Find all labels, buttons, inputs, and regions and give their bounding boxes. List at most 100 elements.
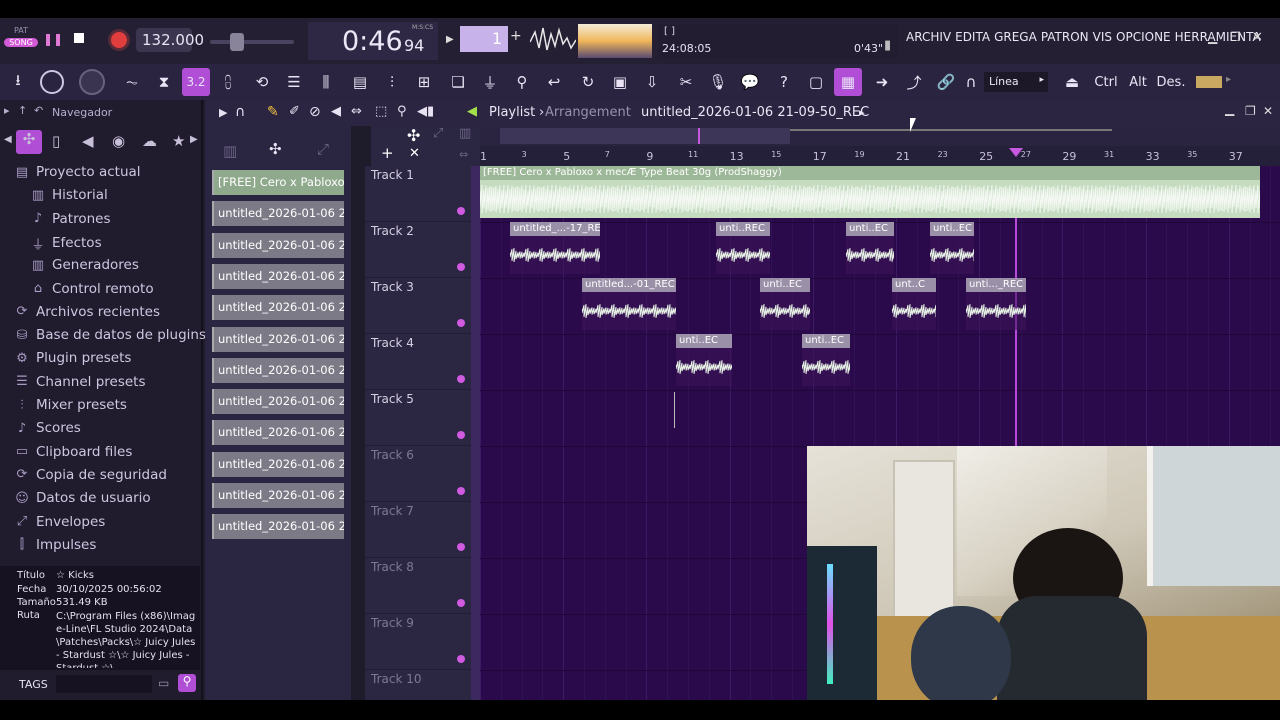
track-expand-icon[interactable]: ⇔ bbox=[459, 148, 468, 161]
filter-right-arrow-icon[interactable]: ▶ bbox=[190, 134, 198, 145]
pattern-item[interactable]: untitled_2026-01-06 21-... bbox=[212, 389, 344, 415]
audio-clip[interactable]: unti..EC bbox=[759, 278, 811, 330]
menu-opcione[interactable]: OPCIONE bbox=[1116, 30, 1171, 52]
audio-clip[interactable]: unti..EC bbox=[929, 222, 975, 274]
pattern-item[interactable]: untitled_2026-01-06 21-... bbox=[212, 483, 344, 508]
color-swatch[interactable] bbox=[1196, 76, 1222, 88]
track-mute-dot[interactable] bbox=[457, 487, 465, 495]
browser-item[interactable]: ♪ Scores bbox=[14, 420, 81, 436]
folder-icon[interactable]: ▭ bbox=[158, 676, 169, 690]
close-button[interactable]: ✕ bbox=[1252, 30, 1268, 48]
delete-tool-icon[interactable]: ⊘ bbox=[309, 104, 321, 120]
blend-notes-icon[interactable]: ⩉ bbox=[214, 68, 242, 96]
track-header[interactable]: Track 8 bbox=[365, 558, 471, 614]
filter-cloud-icon[interactable]: ☁ bbox=[142, 132, 157, 150]
filter-star-icon[interactable]: ★ bbox=[172, 132, 185, 150]
track-header[interactable]: Track 1 bbox=[365, 166, 471, 222]
browser-item[interactable]: ⚙ Plugin presets bbox=[14, 350, 131, 366]
beat-audio-clip[interactable]: [FREE] Cero x Pabloxo x mecÆ Type Beat 3… bbox=[480, 166, 1261, 218]
track-pattern-icon[interactable]: ✣ bbox=[407, 126, 420, 145]
browser-item[interactable]: ▥ Generadores bbox=[30, 257, 139, 273]
audio-clip[interactable]: unt..C bbox=[891, 278, 937, 330]
pattern-item[interactable]: untitled_2026-01-06 20-... bbox=[212, 295, 344, 321]
track-mute-dot[interactable] bbox=[457, 431, 465, 439]
browser-icon[interactable]: ❏ bbox=[444, 68, 472, 96]
browser-item[interactable]: ⫶ Mixer presets bbox=[14, 397, 127, 413]
knob-icon[interactable] bbox=[38, 68, 66, 96]
pattern-prev-arrow[interactable]: ▶ bbox=[446, 30, 458, 50]
picker-piano-icon[interactable]: ▥ bbox=[223, 142, 237, 160]
menu-edita[interactable]: EDITA bbox=[955, 30, 990, 52]
browser-item[interactable]: ☰ Channel presets bbox=[14, 374, 145, 390]
browser-item[interactable]: ⏚ Efectos bbox=[30, 234, 101, 253]
add-pattern-button[interactable]: + bbox=[510, 28, 524, 50]
window-icon[interactable]: ▢ bbox=[802, 68, 830, 96]
master-volume-slider[interactable] bbox=[210, 33, 294, 51]
undo-icon[interactable]: ↩ bbox=[540, 68, 568, 96]
project-icon[interactable]: ⚲ bbox=[508, 68, 536, 96]
menu-vis[interactable]: VIS bbox=[1093, 30, 1112, 52]
browser-item[interactable]: ⫿ Impulses bbox=[14, 537, 96, 553]
track-remove-icon[interactable]: ✕ bbox=[409, 146, 420, 161]
wait-record-icon[interactable]: ⧗ bbox=[150, 68, 178, 96]
track-mute-dot[interactable] bbox=[457, 655, 465, 663]
microphone-icon[interactable]: 🎙 bbox=[704, 68, 732, 96]
save-icon[interactable]: ▣ bbox=[606, 68, 634, 96]
project-arrow-icon[interactable]: ▸ bbox=[859, 106, 865, 119]
track-mute-dot[interactable] bbox=[457, 543, 465, 551]
zoom-tool-icon[interactable]: ⚲ bbox=[397, 104, 407, 119]
track-header[interactable]: Track 4 bbox=[365, 334, 471, 390]
pattern-item[interactable]: untitled_2026-01-06 20-... bbox=[212, 201, 344, 227]
time-display[interactable]: 0:46 94 M:S:CS bbox=[308, 22, 438, 60]
browser-item[interactable]: ▭ Clipboard files bbox=[14, 444, 133, 460]
pause-button[interactable]: ❚❚ bbox=[42, 28, 64, 50]
picker-all-icon[interactable]: ✣ bbox=[269, 140, 282, 158]
browser-item[interactable]: ▥ Historial bbox=[30, 187, 108, 203]
track-header[interactable]: Track 5 bbox=[365, 390, 471, 446]
browser-item[interactable]: ▤ Proyecto actual bbox=[14, 164, 141, 180]
playlist-overview[interactable] bbox=[480, 126, 1280, 146]
magnet-icon[interactable]: ∩ bbox=[962, 68, 980, 96]
mute-tool-icon[interactable]: ◀ bbox=[331, 104, 341, 119]
toolbar-scroll-arrow-icon[interactable]: ▸ bbox=[1226, 74, 1231, 85]
pattern-item[interactable]: untitled_2026-01-06 20-... bbox=[212, 357, 344, 383]
track-header[interactable]: Track 6 bbox=[365, 446, 471, 502]
download-icon[interactable]: ⭳ bbox=[4, 68, 32, 96]
browser-menu-arrow-icon[interactable]: ▸ bbox=[4, 104, 10, 117]
track-automation-icon[interactable]: ⤢ bbox=[433, 126, 443, 141]
alt-key[interactable]: Alt bbox=[1124, 68, 1152, 96]
filter-left-arrow-icon[interactable]: ◀ bbox=[4, 134, 12, 145]
track-mute-dot[interactable] bbox=[457, 319, 465, 327]
pattern-item[interactable]: untitled_2026-01-06 20-... bbox=[212, 232, 344, 258]
track-mute-dot[interactable] bbox=[457, 375, 465, 383]
menu-archivo[interactable]: ARCHIV bbox=[906, 30, 951, 52]
playlist-menu-arrow-icon[interactable]: ▶ bbox=[219, 106, 227, 119]
browser-item[interactable]: ⤢ Envelopes bbox=[14, 514, 106, 530]
chat-icon[interactable]: 💬 bbox=[736, 68, 764, 96]
pat-song-toggle[interactable]: PAT SONG bbox=[4, 26, 38, 58]
master-pitch-knob-icon[interactable] bbox=[78, 68, 106, 96]
track-mute-dot[interactable] bbox=[457, 599, 465, 607]
plug-icon[interactable]: ⏚ bbox=[476, 68, 504, 96]
plugin-picker-icon[interactable]: ⊞ bbox=[410, 68, 438, 96]
help-icon[interactable]: ? bbox=[770, 68, 798, 96]
browser-item[interactable]: ⟳ Copia de seguridad bbox=[14, 467, 167, 483]
overview-window[interactable] bbox=[500, 128, 790, 144]
filter-all-icon[interactable]: ✣ bbox=[16, 130, 42, 154]
audio-clip[interactable]: unti..EC bbox=[845, 222, 895, 274]
browser-item[interactable]: ⌂ Control remoto bbox=[30, 281, 154, 297]
step-edit-icon[interactable]: 3.2 bbox=[182, 68, 210, 96]
pattern-item[interactable]: untitled_2026-01-06 21-... bbox=[212, 451, 344, 477]
record-button[interactable] bbox=[108, 29, 130, 51]
up-arrow-icon[interactable]: ↑ bbox=[18, 104, 27, 117]
export-icon[interactable]: ⇩ bbox=[638, 68, 666, 96]
cut-icon[interactable]: ✂ bbox=[672, 68, 700, 96]
playlist-close-button[interactable]: ✕ bbox=[1263, 104, 1273, 118]
track-header[interactable]: Track 9 bbox=[365, 614, 471, 670]
snap-selector[interactable]: Línea ▸ bbox=[984, 72, 1048, 92]
playlist-icon[interactable]: ☰ bbox=[280, 68, 308, 96]
audio-clip[interactable]: untitled_...-17_REC bbox=[509, 222, 601, 274]
picker-automation-icon[interactable]: ⤢ bbox=[317, 140, 329, 158]
search-icon[interactable]: ⚲ bbox=[178, 674, 196, 692]
ctrl-key[interactable]: Ctrl bbox=[1092, 68, 1120, 96]
